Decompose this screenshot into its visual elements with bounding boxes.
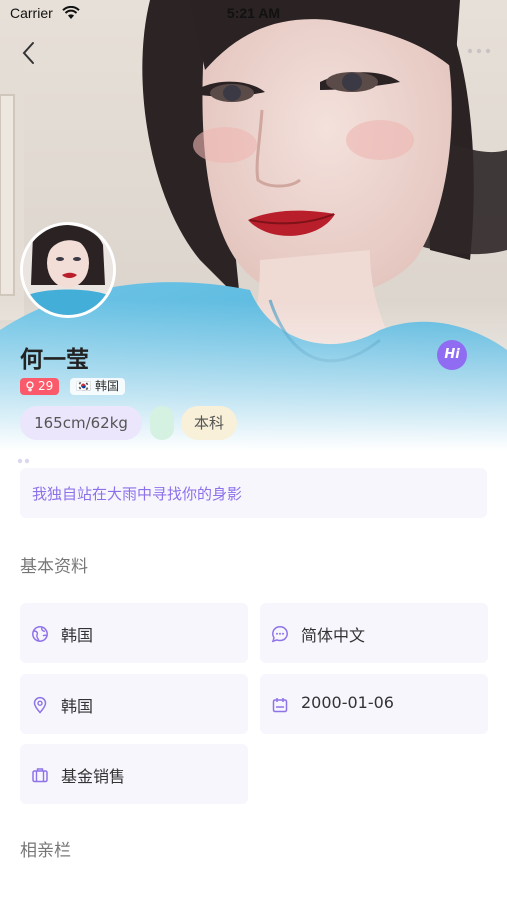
info-label: 基金销售 — [61, 767, 126, 786]
info-label: 简体中文 — [301, 626, 366, 645]
female-icon — [26, 381, 34, 392]
briefcase-icon — [32, 768, 48, 783]
chat-icon — [271, 626, 288, 643]
basic-info-title: 基本资料 — [20, 557, 88, 577]
dating-section-title: 相亲栏 — [20, 841, 71, 861]
clock-time: 5:21 AM — [226, 5, 281, 21]
education-tag: 本科 — [181, 406, 237, 440]
info-label: 韩国 — [61, 697, 94, 716]
avatar[interactable] — [20, 222, 116, 318]
empty-tag — [150, 406, 174, 440]
info-card-location: 韩国 — [20, 674, 248, 734]
info-label: 韩国 — [61, 626, 94, 645]
bio-text: 我独自站在大雨中寻找你的身影 — [32, 485, 243, 503]
say-hi-button[interactable]: Hi — [437, 340, 467, 370]
info-card-language: 简体中文 — [260, 603, 488, 663]
globe-icon — [32, 626, 48, 642]
status-bar: Carrier 5:21 AM — [0, 0, 507, 28]
age-value: 29 — [38, 379, 54, 393]
country-label: 韩国 — [94, 379, 119, 393]
age-badge: 29 — [20, 378, 60, 395]
bio-box: 我独自站在大雨中寻找你的身影 — [20, 468, 487, 518]
location-pin-icon — [33, 696, 47, 714]
more-options-icon[interactable] — [465, 44, 495, 58]
info-card-birthday: 2000-01-06 — [260, 674, 488, 734]
height-weight-tag: 165cm/62kg — [20, 406, 142, 440]
back-arrow-icon[interactable] — [14, 38, 44, 68]
calendar-icon — [272, 698, 288, 713]
korea-flag-icon: 🇰🇷 — [76, 379, 91, 393]
info-label: 2000-01-06 — [301, 693, 394, 712]
info-card-occupation: 基金销售 — [20, 744, 248, 804]
avatar-image — [23, 225, 113, 315]
info-card-country: 韩国 — [20, 603, 248, 663]
country-badge: 🇰🇷 韩国 — [70, 378, 125, 395]
profile-name: 何一莹 — [20, 347, 89, 373]
